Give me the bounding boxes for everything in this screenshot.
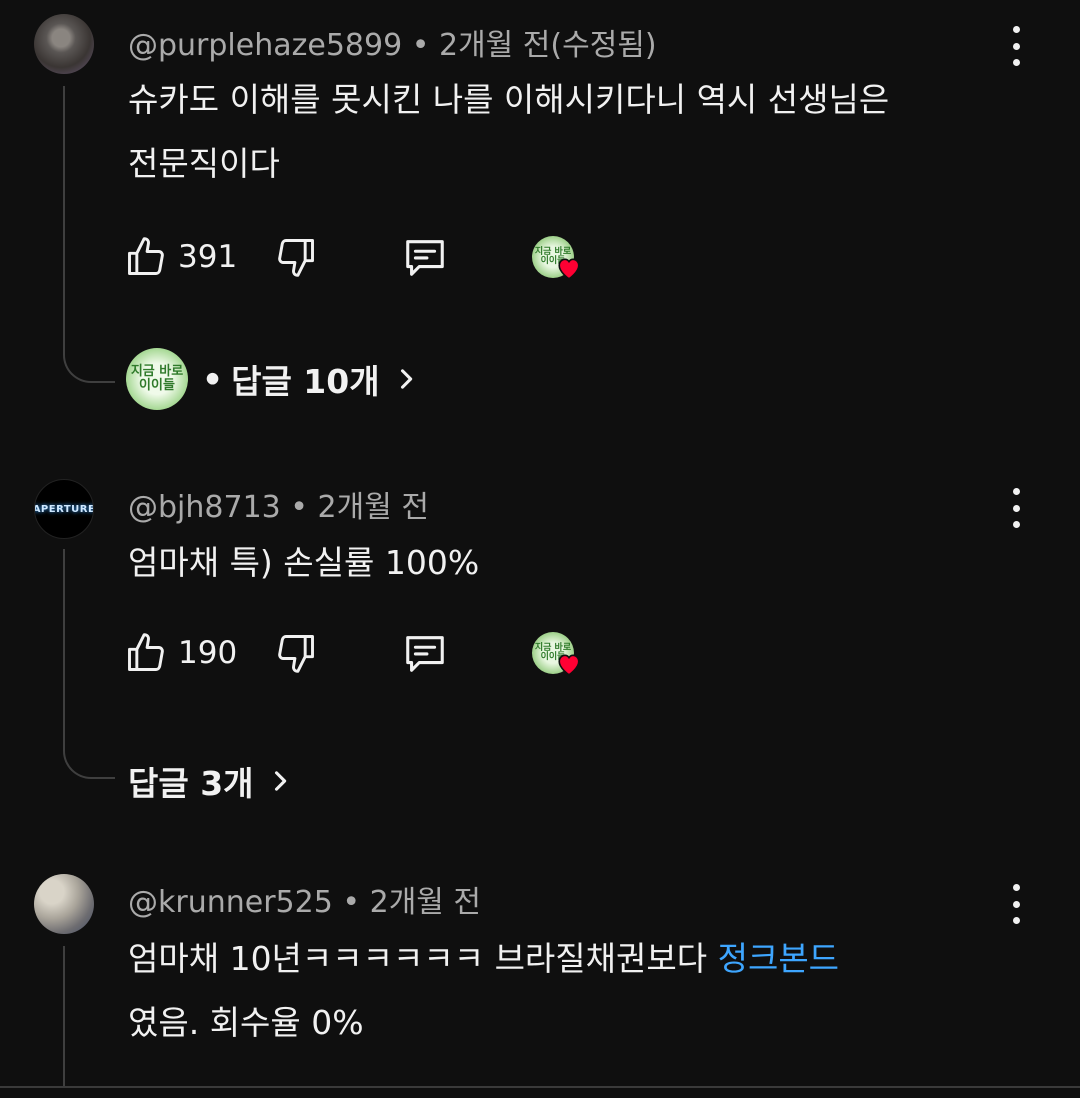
comment-meta: @bjh8713 • 2개월 전 (128, 482, 429, 526)
chevron-right-icon (274, 771, 286, 791)
comment-time: 2개월 전 (369, 885, 482, 920)
thumbs-down-icon (278, 635, 314, 673)
comment-text: 엄마채 특) 손실률 100% (128, 531, 1008, 595)
reply-comment-icon (406, 636, 444, 672)
heart-icon (558, 654, 580, 676)
chevron-right-icon (400, 369, 412, 389)
meta-separator: • (342, 885, 361, 920)
more-vertical-icon[interactable] (1002, 488, 1030, 528)
hashtag-link[interactable]: 정크본드 (718, 939, 839, 978)
dislike-button[interactable] (274, 232, 318, 282)
comment-author[interactable]: @bjh8713 (128, 490, 281, 525)
heart-icon (558, 258, 580, 280)
comment-text-line: 슈카도 이해를 못시킨 나를 이해시키다니 역시 선생님은 (128, 80, 890, 119)
thread-line (63, 86, 65, 351)
comment-time: 2개월 전(수정됨) (438, 28, 657, 63)
creator-heart: 지금 바로 이이들 (532, 632, 580, 676)
comment-author[interactable]: @krunner525 (128, 885, 333, 920)
bottom-divider (0, 1086, 1080, 1088)
thumbs-down-icon (278, 239, 314, 277)
like-count: 391 (178, 239, 238, 275)
reply-comment-icon (406, 240, 444, 276)
comment-text-line: 엄마채 특) 손실률 100% (128, 543, 480, 582)
comment-text-line: 전문직이다 (128, 144, 280, 183)
like-button[interactable]: 190 (124, 628, 237, 678)
reply-button[interactable] (402, 232, 448, 282)
avatar-logo-text: APERTURE (34, 503, 94, 515)
user-avatar[interactable] (34, 14, 94, 74)
replies-dot: • (202, 359, 224, 399)
comment-text: 슈카도 이해를 못시킨 나를 이해시키다니 역시 선생님은 전문직이다 (128, 68, 1008, 196)
more-vertical-icon[interactable] (1002, 26, 1030, 66)
thumbs-up-icon (128, 633, 164, 671)
comment-meta: @krunner525 • 2개월 전 (128, 877, 481, 921)
view-replies-button[interactable]: 답글 3개 (128, 756, 294, 806)
view-replies-button[interactable]: 지금 바로 이이들 • 답글 10개 (126, 348, 420, 410)
comment-meta: @purplehaze5899 • 2개월 전(수정됨) (128, 20, 657, 64)
comment-text-line: 였음. 회수율 0% (128, 1003, 364, 1042)
reply-avatar-text: 지금 바로 이이들 (130, 364, 184, 393)
reply-button[interactable] (402, 628, 448, 678)
like-count: 190 (178, 635, 238, 671)
comment-actions: 190 지금 바로 이이들 (124, 628, 604, 678)
reply-author-avatar: 지금 바로 이이들 (126, 348, 188, 410)
creator-heart: 지금 바로 이이들 (532, 236, 580, 280)
user-avatar[interactable]: APERTURE (34, 479, 94, 539)
thread-line (63, 549, 65, 747)
meta-separator: • (411, 28, 430, 63)
dislike-button[interactable] (274, 628, 318, 678)
comment-text: 엄마채 10년ㅋㅋㅋㅋㅋㅋ 브라질채권보다 정크본드 였음. 회수율 0% (128, 927, 1008, 1055)
like-button[interactable]: 391 (124, 232, 237, 282)
replies-label: 답글 3개 (128, 764, 254, 803)
meta-separator: • (290, 490, 308, 525)
comment-author[interactable]: @purplehaze5899 (128, 28, 402, 63)
thumbs-up-icon (128, 237, 164, 275)
user-avatar[interactable] (34, 874, 94, 934)
comment-text-plain: 엄마채 10년ㅋㅋㅋㅋㅋㅋ 브라질채권보다 (128, 939, 718, 978)
more-vertical-icon[interactable] (1002, 884, 1030, 924)
thread-line (63, 946, 65, 1086)
thread-curve (63, 747, 115, 779)
comment-time: 2개월 전 (317, 490, 429, 525)
comment-text-line: 엄마채 10년ㅋㅋㅋㅋㅋㅋ 브라질채권보다 정크본드 (128, 927, 1008, 991)
replies-label: 답글 10개 (231, 362, 380, 401)
comment-actions: 391 지금 바로 이이들 (124, 232, 604, 282)
thread-curve (63, 351, 115, 383)
